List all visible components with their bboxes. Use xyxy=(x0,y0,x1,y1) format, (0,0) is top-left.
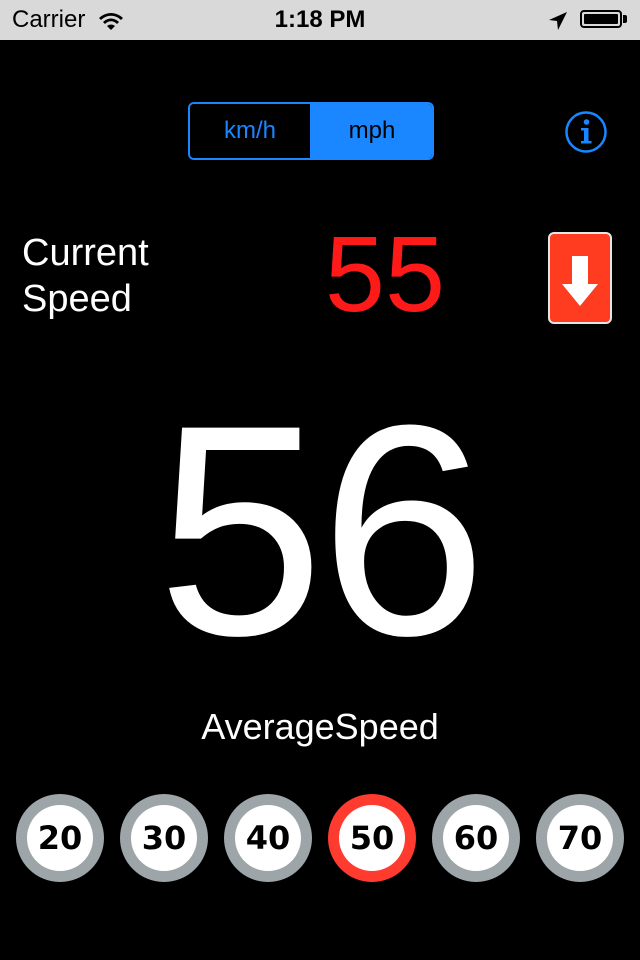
average-speed-label: AverageSpeed xyxy=(201,706,439,747)
battery-icon xyxy=(580,10,628,30)
speed-limit-label: 20 xyxy=(37,819,83,857)
arrow-down-icon xyxy=(562,256,598,306)
speed-limit-label: 60 xyxy=(453,819,499,857)
speed-limit-70[interactable]: 70 xyxy=(536,794,624,882)
average-speed-value: 56 xyxy=(157,362,487,698)
current-speed-value: 55 xyxy=(324,213,446,334)
unit-segmented-control: km/h mph xyxy=(188,102,434,160)
speed-limit-label: 50 xyxy=(349,819,395,857)
speed-limit-label: 40 xyxy=(245,819,291,857)
speed-limit-20[interactable]: 20 xyxy=(16,794,104,882)
speed-limit-50[interactable]: 50 xyxy=(328,794,416,882)
status-bar: Carrier 1:18 PM xyxy=(0,0,640,40)
speed-limit-30[interactable]: 30 xyxy=(120,794,208,882)
speed-trend-indicator xyxy=(548,232,612,324)
info-icon[interactable] xyxy=(564,110,608,154)
speed-limit-label: 70 xyxy=(557,819,603,857)
speed-limit-40[interactable]: 40 xyxy=(224,794,312,882)
current-speed-label-line2: Speed xyxy=(22,278,132,320)
speed-limit-60[interactable]: 60 xyxy=(432,794,520,882)
speed-limit-label: 30 xyxy=(141,819,187,857)
speed-limit-selector: 20 30 40 50 60 70 xyxy=(16,794,626,882)
status-time: 1:18 PM xyxy=(274,6,366,33)
unit-option-mph[interactable]: mph xyxy=(310,104,432,158)
current-speed-label: Current Speed xyxy=(22,230,149,322)
unit-option-kmh[interactable]: km/h xyxy=(190,104,310,158)
current-speed-label-line1: Current xyxy=(22,232,149,274)
location-arrow-icon xyxy=(549,12,567,30)
